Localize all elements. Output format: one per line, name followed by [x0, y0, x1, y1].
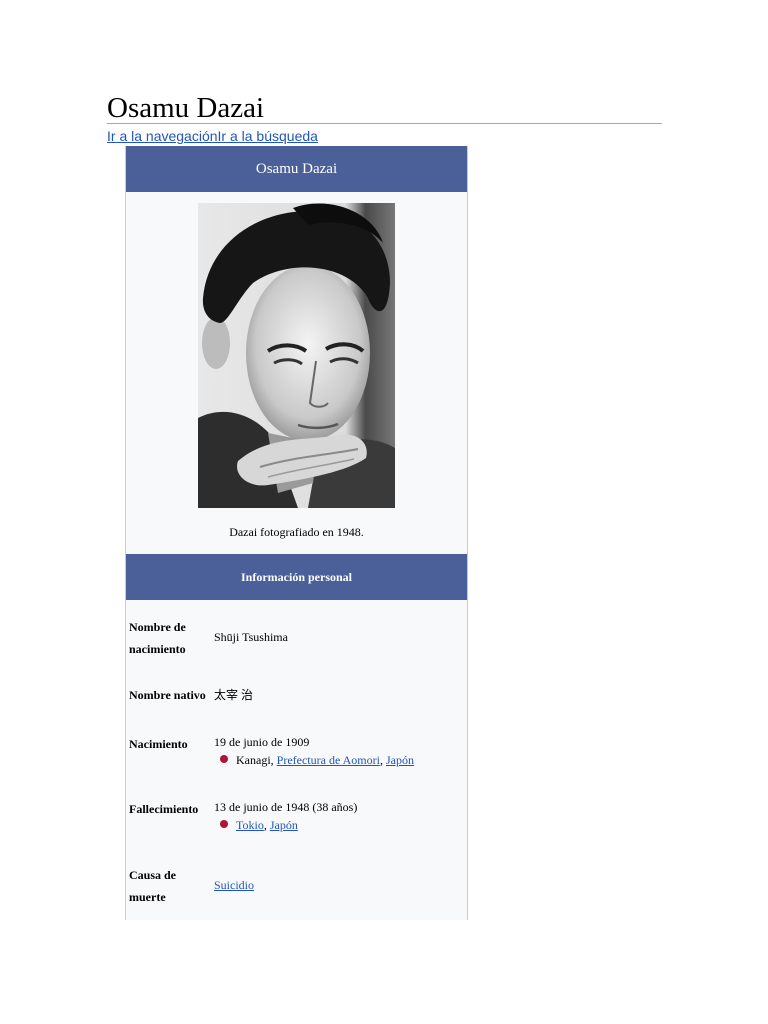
infobox-header: Osamu Dazai [126, 146, 467, 192]
native-name-value: 太宰 治 [214, 688, 254, 702]
birth-place-town: Kanagi, [236, 753, 277, 767]
skip-to-navigation-link[interactable]: Ir a la navegación [107, 128, 218, 144]
portrait-photo[interactable] [198, 203, 395, 508]
title-divider [107, 123, 662, 124]
photo-caption: Dazai fotografiado en 1948. [229, 525, 364, 539]
death-label: Fallecimiento [129, 802, 199, 816]
page-title: Osamu Dazai [107, 92, 265, 124]
section-header-personal-info: Información personal [126, 554, 467, 600]
death-place: Tokio, Japón [214, 816, 464, 834]
cause-of-death-value: Suicidio [214, 876, 464, 894]
suicidio-link[interactable]: Suicidio [214, 878, 254, 892]
birth-name-label: Nombre de nacimiento [129, 620, 186, 656]
birth-value: 19 de junio de 1909 Kanagi, Prefectura d… [214, 733, 464, 769]
prefectura-aomori-link[interactable]: Prefectura de Aomori [277, 753, 380, 767]
cause-of-death-label: Causa de muerte [129, 868, 177, 904]
japon-link[interactable]: Japón [386, 753, 414, 767]
death-date: 13 de junio de 1948 (38 años) [214, 800, 358, 814]
native-name-label: Nombre nativo [129, 688, 206, 702]
skip-to-search-link[interactable]: Ir a la búsqueda [218, 128, 318, 144]
skip-links: Ir a la navegaciónIr a la búsqueda [107, 127, 318, 145]
japon-link[interactable]: Japón [270, 818, 298, 832]
birth-name-value: Shūji Tsushima [214, 630, 288, 644]
flag-marker-icon [220, 755, 228, 763]
birth-date: 19 de junio de 1909 [214, 735, 310, 749]
flag-marker-icon [220, 820, 228, 828]
birth-label: Nacimiento [129, 737, 188, 751]
tokio-link[interactable]: Tokio [236, 818, 264, 832]
birth-place: Kanagi, Prefectura de Aomori, Japón [214, 751, 464, 769]
infobox: Osamu Dazai Dazai fotografiado en 1948. … [125, 146, 468, 920]
death-value: 13 de junio de 1948 (38 años) Tokio, Jap… [214, 798, 464, 834]
